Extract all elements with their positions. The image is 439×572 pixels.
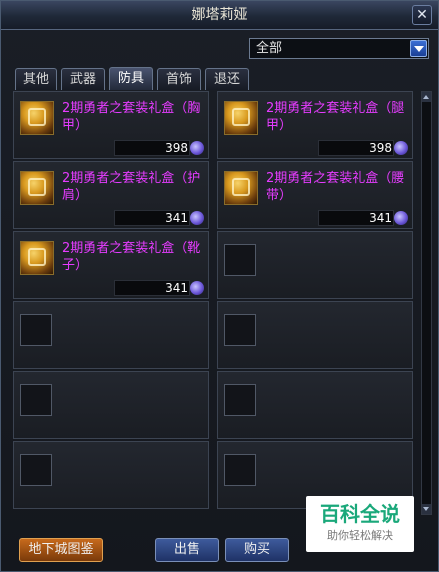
shop-item-cell[interactable]: 2期勇者之套装礼盒（靴子） 341 (13, 231, 209, 299)
shop-item-cell[interactable]: 2期勇者之套装礼盒（胸甲） 398 (13, 91, 209, 159)
scroll-up-icon[interactable] (422, 92, 431, 102)
sell-button[interactable]: 出售 (155, 538, 219, 562)
item-price: 341 (369, 211, 392, 225)
item-name: 2期勇者之套装礼盒（护肩） (62, 171, 201, 203)
gift-box-icon (224, 171, 258, 205)
close-icon[interactable]: ✕ (412, 5, 432, 25)
watermark-title: 百科全说 (320, 502, 400, 526)
buy-button[interactable]: 购买 (225, 538, 289, 562)
item-name: 2期勇者之套装礼盒（靴子） (62, 241, 201, 273)
empty-item-cell[interactable] (13, 301, 209, 369)
item-price: 398 (369, 141, 392, 155)
item-grid: 2期勇者之套装礼盒（胸甲） 398 2期勇者之套装礼盒（腿甲） 398 2期勇者… (13, 91, 416, 511)
tab-accessory[interactable]: 首饰 (157, 68, 201, 90)
empty-item-cell[interactable] (13, 371, 209, 439)
gift-box-icon (20, 101, 54, 135)
window-title: 娜塔莉娅 (191, 7, 248, 23)
currency-icon (190, 211, 204, 225)
currency-icon (394, 141, 408, 155)
empty-slot (224, 244, 256, 276)
filter-selected-value: 全部 (256, 41, 283, 56)
gift-box-icon (224, 101, 258, 135)
item-price: 341 (165, 281, 188, 295)
shop-item-cell[interactable]: 2期勇者之套装礼盒（护肩） 341 (13, 161, 209, 229)
empty-item-cell[interactable] (217, 231, 413, 299)
empty-slot (224, 314, 256, 346)
item-price: 341 (165, 211, 188, 225)
currency-icon (394, 211, 408, 225)
tab-return[interactable]: 退还 (205, 68, 249, 90)
tab-weapon[interactable]: 武器 (61, 68, 105, 90)
category-filter-dropdown[interactable]: 全部 (249, 38, 429, 59)
item-name: 2期勇者之套装礼盒（腰带） (266, 171, 405, 203)
gift-box-icon (20, 241, 54, 275)
shop-item-cell[interactable]: 2期勇者之套装礼盒（腿甲） 398 (217, 91, 413, 159)
title-bar[interactable]: 娜塔莉娅 ✕ (1, 1, 438, 30)
item-list-scrollbar[interactable] (421, 91, 432, 515)
empty-slot (224, 384, 256, 416)
currency-icon (190, 281, 204, 295)
empty-slot (224, 454, 256, 486)
tab-armor[interactable]: 防具 (109, 67, 153, 90)
tab-other[interactable]: 其他 (15, 68, 57, 90)
scroll-down-icon[interactable] (422, 504, 431, 514)
empty-item-cell[interactable] (13, 441, 209, 509)
empty-item-cell[interactable] (217, 371, 413, 439)
item-name: 2期勇者之套装礼盒（胸甲） (62, 101, 201, 133)
currency-icon (190, 141, 204, 155)
watermark-logo: 百科全说 助你轻松解决 (306, 496, 414, 552)
chevron-down-icon[interactable] (410, 40, 427, 57)
empty-slot (20, 314, 52, 346)
shop-window: 娜塔莉娅 ✕ 全部 其他 武器 防具 首饰 退还 2期勇者之套装礼盒（胸甲） 3… (0, 0, 439, 572)
empty-item-cell[interactable] (217, 301, 413, 369)
watermark-subtitle: 助你轻松解决 (327, 529, 393, 542)
gift-box-icon (20, 171, 54, 205)
dungeon-guide-button[interactable]: 地下城图鉴 (19, 538, 103, 562)
item-name: 2期勇者之套装礼盒（腿甲） (266, 101, 405, 133)
empty-slot (20, 384, 52, 416)
empty-slot (20, 454, 52, 486)
item-price: 398 (165, 141, 188, 155)
shop-item-cell[interactable]: 2期勇者之套装礼盒（腰带） 341 (217, 161, 413, 229)
